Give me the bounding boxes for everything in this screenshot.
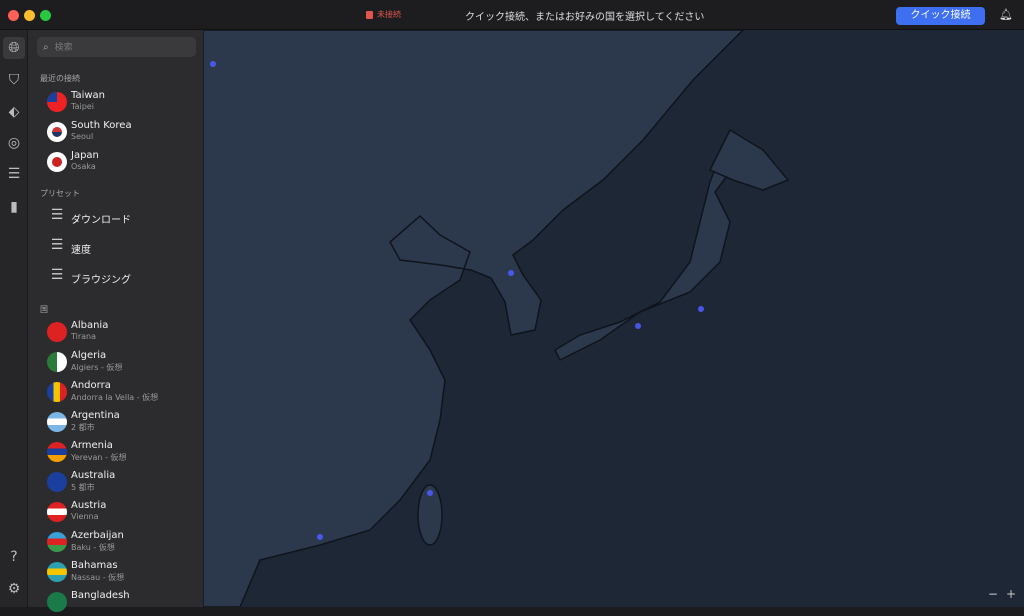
recent-item-taiwan[interactable]: Taiwan Taipei — [46, 88, 196, 116]
armenia-flag-icon — [47, 442, 67, 462]
item-name: Albania — [71, 320, 109, 331]
bell-icon[interactable]: 🔔︎ — [999, 8, 1013, 21]
bahamas-flag-icon — [47, 562, 67, 582]
country-item-bangladesh[interactable]: Bangladesh — [46, 588, 196, 616]
austria-flag-icon — [47, 502, 67, 522]
south-korea-flag-icon — [47, 122, 67, 142]
countries-heading: 国 — [40, 305, 48, 314]
preset-speed[interactable]: ☰ 速度 — [46, 233, 196, 261]
server-marker — [635, 323, 641, 329]
zoom-in-button[interactable]: + — [1006, 587, 1016, 601]
lock-icon — [366, 10, 373, 19]
quick-connect-button[interactable]: クイック接続 — [896, 7, 985, 25]
recent-item-south-korea[interactable]: South Korea Seoul — [46, 118, 196, 146]
zoom-out-button[interactable]: − — [988, 587, 998, 601]
item-sub: Taipei — [71, 102, 94, 111]
layers-icon: ☰ — [50, 237, 64, 253]
item-sub: Tirana — [71, 332, 97, 341]
radar-icon[interactable]: ◎ — [3, 132, 25, 154]
item-name: Australia — [71, 470, 116, 481]
mainland-asia — [202, 29, 745, 608]
item-sub: Vienna — [71, 512, 99, 521]
status-text: 未接続 — [377, 10, 401, 19]
server-marker — [698, 306, 704, 312]
bangladesh-flag-icon — [47, 592, 67, 612]
presets-heading: プリセット — [40, 189, 80, 198]
taiwan-flag-icon — [47, 92, 67, 112]
item-name: Andorra — [71, 380, 111, 391]
map-canvas — [202, 29, 790, 608]
item-name: Taiwan — [71, 90, 106, 101]
maximize-window-button[interactable] — [40, 10, 51, 21]
item-name: Austria — [71, 500, 107, 511]
server-marker — [210, 61, 216, 67]
algeria-flag-icon — [47, 352, 67, 372]
search-icon: ⌕ — [43, 41, 49, 53]
server-marker — [508, 270, 514, 276]
layers-icon: ☰ — [50, 267, 64, 283]
connection-status: 未接続 — [366, 9, 401, 20]
server-marker — [427, 490, 433, 496]
stats-icon[interactable]: ▮ — [3, 196, 25, 218]
window-title: クイック接続、またはお好みの国を選択してください — [465, 12, 705, 23]
globe-icon[interactable]: 🌐︎ — [3, 37, 25, 59]
item-name: Algeria — [71, 350, 107, 361]
item-sub: Nassau - 仮想 — [71, 573, 125, 582]
item-name: Bahamas — [71, 560, 118, 571]
world-map[interactable]: − + — [202, 29, 1024, 608]
item-sub: Baku - 仮想 — [71, 543, 115, 552]
item-sub: Andorra la Vella - 仮想 — [71, 393, 159, 402]
sidebar: ⌕ 最近の接続 TaiwanTaipei South KoreaSeoul Ja… — [28, 30, 203, 612]
country-item-australia[interactable]: Australia 5 都市 — [46, 468, 196, 496]
icon-rail: 🌐︎ ⛉ ⬖ ◎ ☰ ▮ ? ⚙ — [0, 30, 28, 607]
help-icon[interactable]: ? — [3, 546, 25, 568]
item-sub: Seoul — [71, 132, 94, 141]
settings-icon[interactable]: ⚙ — [3, 578, 25, 600]
item-name: Japan — [71, 150, 99, 161]
recent-item-japan[interactable]: Japan Osaka — [46, 148, 196, 176]
item-name: ブラウジング — [71, 275, 131, 286]
item-name: Azerbaijan — [71, 530, 124, 541]
country-item-andorra[interactable]: Andorra Andorra la Vella - 仮想 — [46, 378, 196, 406]
item-sub: 2 都市 — [71, 423, 95, 432]
country-item-azerbaijan[interactable]: Azerbaijan Baku - 仮想 — [46, 528, 196, 556]
albania-flag-icon — [47, 322, 67, 342]
country-item-albania[interactable]: Albania Tirana — [46, 318, 196, 346]
item-name: Armenia — [71, 440, 113, 451]
item-sub: 5 都市 — [71, 483, 95, 492]
andorra-flag-icon — [47, 382, 67, 402]
item-sub: Osaka — [71, 162, 96, 171]
title-bar: 未接続 クイック接続、またはお好みの国を選択してください クイック接続 🔔︎ — [0, 0, 1024, 30]
recent-heading: 最近の接続 — [40, 74, 80, 83]
country-item-argentina[interactable]: Argentina 2 都市 — [46, 408, 196, 436]
country-item-bahamas[interactable]: Bahamas Nassau - 仮想 — [46, 558, 196, 586]
item-name: Argentina — [71, 410, 120, 421]
item-name: Bangladesh — [71, 590, 130, 601]
minimize-window-button[interactable] — [24, 10, 35, 21]
layers-icon[interactable]: ☰ — [3, 163, 25, 185]
japan-flag-icon — [47, 152, 67, 172]
item-sub: Algiers - 仮想 — [71, 363, 123, 372]
argentina-flag-icon — [47, 412, 67, 432]
country-item-algeria[interactable]: Algeria Algiers - 仮想 — [46, 348, 196, 376]
item-name: 速度 — [71, 245, 91, 256]
search-input[interactable] — [54, 42, 175, 52]
shield-bolt-icon[interactable]: ⛉ — [3, 69, 25, 91]
preset-download[interactable]: ☰ ダウンロード — [46, 203, 196, 231]
item-name: South Korea — [71, 120, 132, 131]
azerbaijan-flag-icon — [47, 532, 67, 552]
country-item-armenia[interactable]: Armenia Yerevan - 仮想 — [46, 438, 196, 466]
layers-icon: ☰ — [50, 207, 64, 223]
item-name: ダウンロード — [71, 215, 131, 226]
close-window-button[interactable] — [8, 10, 19, 21]
country-item-austria[interactable]: Austria Vienna — [46, 498, 196, 526]
item-sub: Yerevan - 仮想 — [71, 453, 127, 462]
preset-browsing[interactable]: ☰ ブラウジング — [46, 263, 196, 291]
server-marker — [317, 534, 323, 540]
meshnet-icon[interactable]: ⬖ — [3, 101, 25, 123]
search-box[interactable]: ⌕ — [37, 37, 196, 57]
australia-flag-icon — [47, 472, 67, 492]
